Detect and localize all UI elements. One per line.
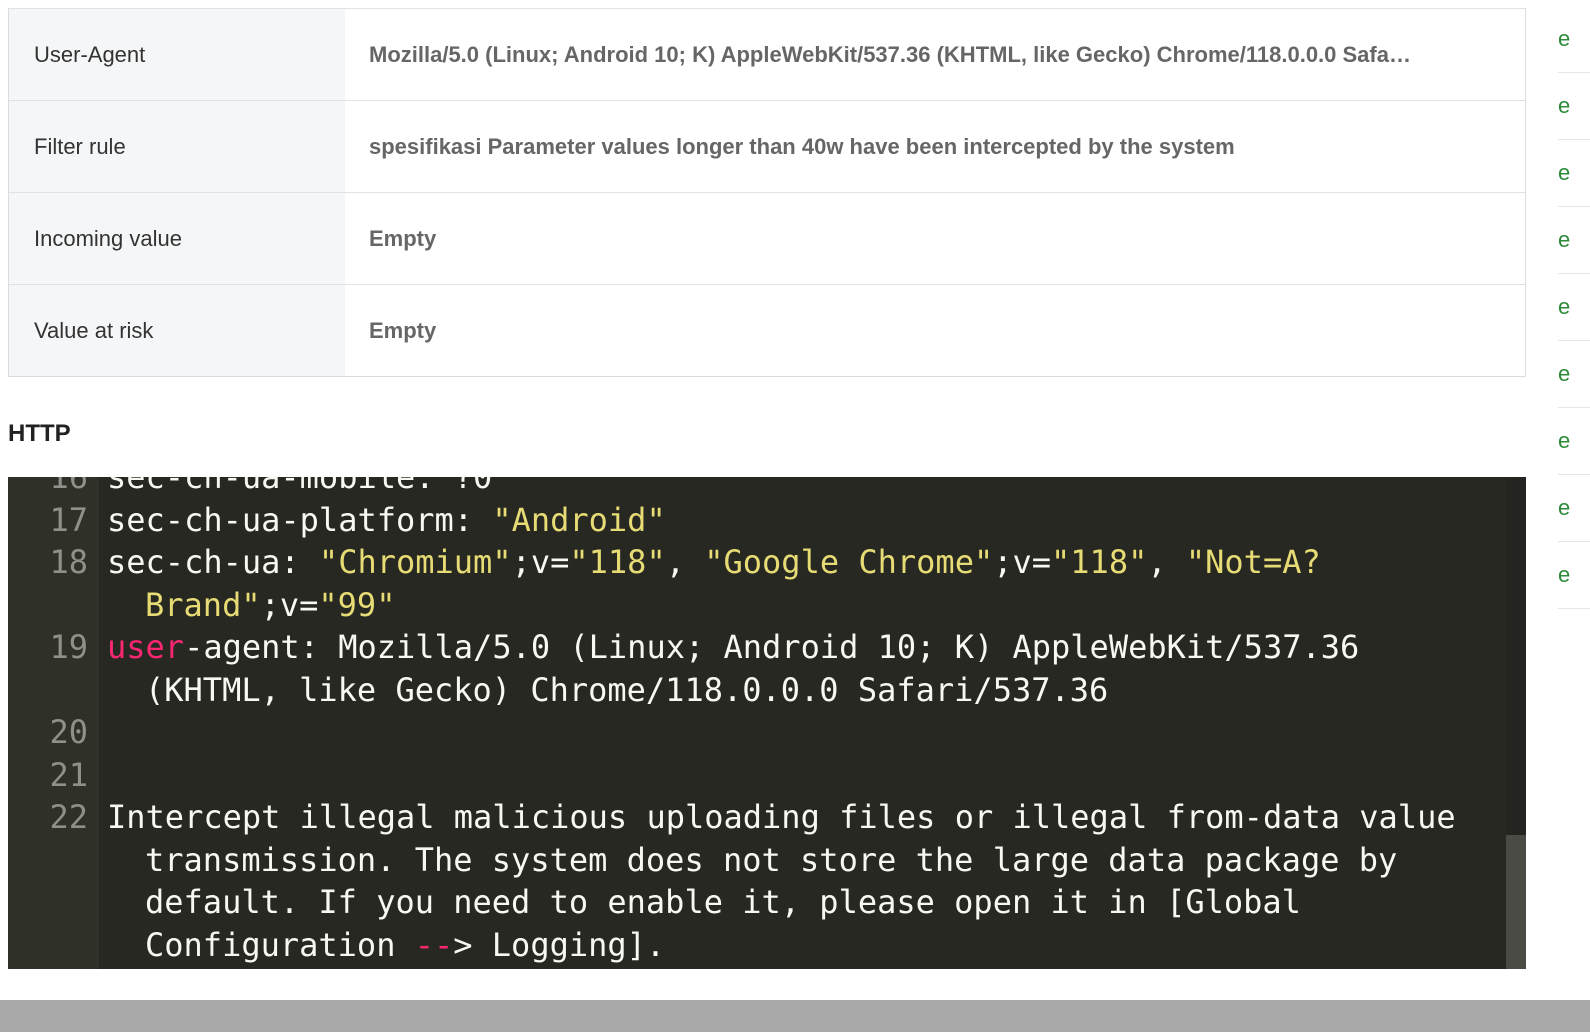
plain-token: , [665,543,705,581]
plain-token: sec-ch-ua: [107,543,319,581]
code-line: 21 [8,754,1508,797]
plain-token: -agent: Mozilla/5.0 (Linux; Android 10; … [145,628,1379,709]
background-list-item: e [1558,541,1590,609]
detail-row-user-agent: User-Agent Mozilla/5.0 (Linux; Android 1… [9,8,1525,100]
code-line: 16 sec-ch-ua-mobile: ?0 [8,477,1508,499]
string-token: "118" [1051,543,1148,581]
editor-scrollbar[interactable] [1506,477,1526,969]
keyword-token: -- [414,925,454,964]
plain-token: ;v= [511,543,570,581]
incoming-value: Empty [369,225,437,251]
line-number: 21 [49,755,88,794]
detail-label: Filter rule [9,101,345,192]
line-text: user-agent: Mozilla/5.0 (Linux; Android … [88,626,1508,711]
detail-label: User-Agent [9,9,345,100]
background-list-item: e [1558,139,1590,207]
code-line: 22 Intercept illegal malicious uploading … [8,796,1508,966]
code-content[interactable]: 16 sec-ch-ua-mobile: ?0 17 sec-ch-ua-platfo… [8,477,1508,966]
string-token: "Google Chrome" [704,543,994,581]
line-number: 22 [49,798,88,836]
line-text: Intercept illegal malicious uploading fi… [88,796,1508,966]
background-list-item: e [1558,340,1590,408]
background-list-item: e [1558,474,1590,542]
detail-value: Empty [345,285,1525,376]
background-list-item: e [1558,5,1590,73]
string-token: "118" [569,543,666,581]
background-list-item: e [1558,206,1590,274]
detail-row-incoming-value: Incoming value Empty [9,192,1525,284]
user-agent-value: Mozilla/5.0 (Linux; Android 10; K) Apple… [369,41,1411,67]
detail-value: spesifikasi Parameter values longer than… [345,101,1525,192]
code-line: 18 sec-ch-ua: "Chromium";v="118", "Google… [8,541,1508,626]
string-token: "Chromium" [318,543,512,581]
plain-token: sec-ch-ua-platform: [107,500,493,539]
line-number: 19 [49,628,88,666]
background-page-list: eeeeeeeee [1556,0,1590,1000]
value-at-risk: Empty [369,317,437,343]
background-list-item: e [1558,407,1590,475]
plain-token: Intercept illegal malicious uploading fi… [107,798,1475,964]
line-number: 17 [49,500,88,539]
detail-label: Value at risk [9,285,345,376]
scrollbar-track [1506,477,1526,835]
log-detail-modal: User-Agent Mozilla/5.0 (Linux; Android 1… [0,0,1556,1000]
detail-table: User-Agent Mozilla/5.0 (Linux; Android 1… [8,8,1526,377]
http-section-title: HTTP [8,420,71,447]
filter-rule-value: spesifikasi Parameter values longer than… [369,133,1235,159]
plain-token: > Logging]. [453,925,666,964]
string-token: "99" [318,585,396,624]
detail-label: Incoming value [9,193,345,284]
detail-value: Empty [345,193,1525,284]
string-token: "Android" [492,500,666,539]
line-number: 20 [49,713,88,751]
plain-token: , [1147,543,1186,581]
background-list-item: e [1558,273,1590,341]
code-line: 17 sec-ch-ua-platform: "Android" [8,499,1508,542]
code-line: 20 [8,711,1508,754]
plain-token: ;v= [260,585,319,624]
detail-row-filter-rule: Filter rule spesifikasi Parameter values… [9,100,1525,192]
line-text: sec-ch-ua-mobile: ?0 [88,477,1508,499]
background-list-item: e [1558,72,1590,140]
line-text: sec-ch-ua-platform: "Android" [88,499,1508,542]
line-number: 18 [49,543,88,581]
detail-value: Mozilla/5.0 (Linux; Android 10; K) Apple… [345,9,1525,100]
plain-token: ;v= [993,543,1052,581]
keyword-token: user [107,628,185,666]
detail-row-value-at-risk: Value at risk Empty [9,284,1525,376]
http-code-editor[interactable]: 16 sec-ch-ua-mobile: ?0 17 sec-ch-ua-platfo… [8,477,1526,969]
line-text [88,754,1508,797]
scrollbar-thumb[interactable] [1506,835,1526,969]
code-line: 19 user-agent: Mozilla/5.0 (Linux; Androi… [8,626,1508,711]
line-text: sec-ch-ua: "Chromium";v="118", "Google C… [88,541,1508,626]
line-text [88,711,1508,754]
line-number: 16 [49,477,88,496]
plain-token: sec-ch-ua-mobile: ?0 [107,477,493,496]
